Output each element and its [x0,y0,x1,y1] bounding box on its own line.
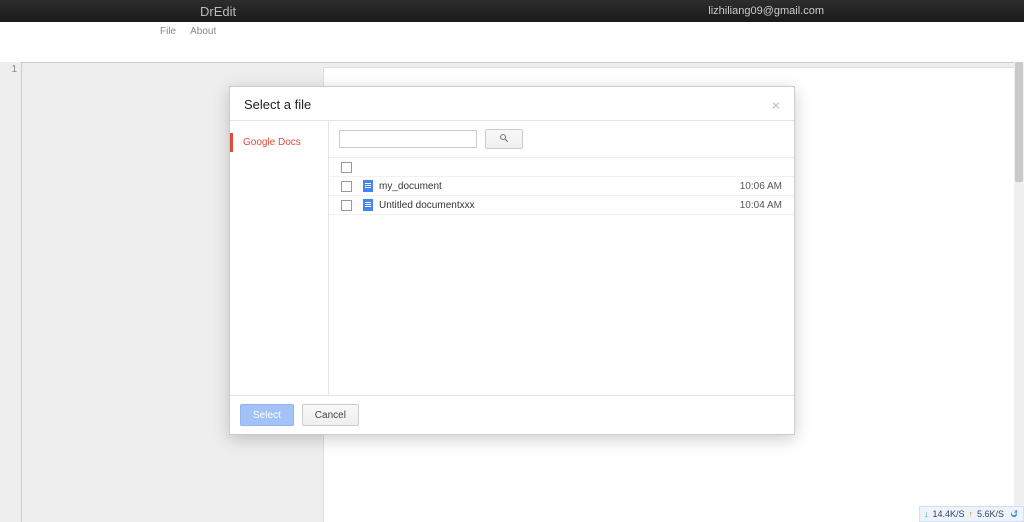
select-button[interactable]: Select [240,404,294,426]
download-speed: 14.4K/S [932,509,964,519]
search-row [329,121,794,157]
modal-main: my_document 10:06 AM Untitled documentxx… [329,121,794,395]
search-icon [499,132,509,146]
app-brand: DrEdit [200,4,236,19]
row-checkbox[interactable] [341,200,352,211]
cancel-button-label: Cancel [315,410,346,421]
menu-about[interactable]: About [190,26,216,37]
upload-arrow-icon: ↑ [968,509,973,519]
file-time: 10:06 AM [712,181,788,192]
select-button-label: Select [253,410,281,421]
sidebar-item-google-docs[interactable]: Google Docs [230,133,328,152]
line-number: 1 [0,64,17,75]
modal-sidebar: Google Docs [230,121,329,395]
topbar: DrEdit lizhiliang09@gmail.com [0,0,1024,22]
file-name: Untitled documentxxx [379,200,712,211]
search-button[interactable] [485,129,523,149]
select-all-checkbox[interactable] [341,162,352,173]
user-email[interactable]: lizhiliang09@gmail.com [708,5,824,17]
refresh-icon[interactable] [1008,509,1019,520]
modal-body: Google Docs [230,120,794,395]
file-picker-modal: Select a file × Google Docs [229,86,795,435]
sidebar-item-label: Google Docs [243,137,301,148]
file-time: 10:04 AM [712,200,788,211]
download-arrow-icon: ↓ [924,509,929,519]
menu-file[interactable]: File [160,26,176,37]
close-icon[interactable]: × [772,98,780,112]
modal-header: Select a file × [230,87,794,120]
vertical-scrollbar[interactable] [1014,62,1024,508]
modal-title: Select a file [244,97,311,112]
row-checkbox[interactable] [341,181,352,192]
cancel-button[interactable]: Cancel [302,404,359,426]
doc-icon [363,199,373,211]
search-input[interactable] [339,130,477,148]
modal-footer: Select Cancel [230,395,794,434]
file-list-header [329,158,794,177]
menubar: File About [0,22,1024,40]
file-row[interactable]: Untitled documentxxx 10:04 AM [329,196,794,215]
doc-icon [363,180,373,192]
file-name: my_document [379,181,712,192]
scrollbar-thumb[interactable] [1015,62,1023,182]
line-gutter: 1 [0,62,22,522]
upload-speed: 5.6K/S [977,509,1004,519]
file-row[interactable]: my_document 10:06 AM [329,177,794,196]
file-list: my_document 10:06 AM Untitled documentxx… [329,157,794,395]
network-widget[interactable]: ↓ 14.4K/S ↑ 5.6K/S [919,506,1024,522]
